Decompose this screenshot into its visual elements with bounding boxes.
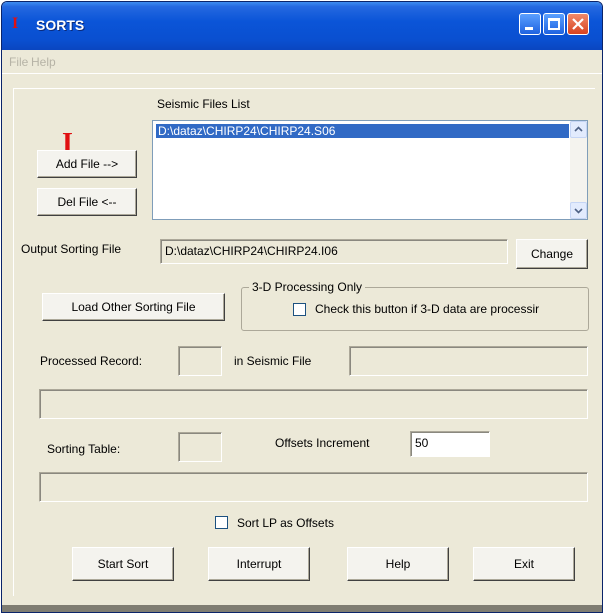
seismic-files-list[interactable]: D:\dataz\CHIRP24\CHIRP24.S06 bbox=[152, 120, 588, 220]
scroll-down-button[interactable] bbox=[570, 202, 587, 219]
maximize-icon bbox=[548, 18, 560, 30]
load-other-sorting-file-button[interactable]: Load Other Sorting File bbox=[42, 293, 225, 321]
minimize-icon bbox=[525, 27, 533, 30]
start-sort-button[interactable]: Start Sort bbox=[72, 547, 174, 581]
processed-record-field[interactable] bbox=[178, 346, 222, 376]
menu-file[interactable]: File bbox=[9, 55, 28, 69]
sort-lp-label: Sort LP as Offsets bbox=[237, 516, 334, 530]
window-title: SORTS bbox=[36, 17, 85, 33]
three-d-checkbox[interactable] bbox=[293, 303, 306, 316]
offsets-increment-label: Offsets Increment bbox=[275, 436, 370, 450]
sort-lp-checkbox[interactable] bbox=[215, 516, 228, 529]
add-file-button[interactable]: Add File --> bbox=[37, 150, 137, 178]
exit-button[interactable]: Exit bbox=[473, 547, 575, 581]
bottom-edge bbox=[2, 605, 602, 612]
menu-bar: File Help bbox=[2, 50, 602, 74]
scrollbar[interactable] bbox=[570, 121, 587, 219]
sorting-table-field[interactable] bbox=[178, 432, 222, 462]
del-file-button[interactable]: Del File <-- bbox=[37, 188, 137, 216]
maximize-button[interactable] bbox=[543, 13, 565, 35]
close-button[interactable] bbox=[567, 13, 589, 35]
change-button[interactable]: Change bbox=[516, 239, 588, 269]
scroll-up-button[interactable] bbox=[570, 121, 587, 138]
minimize-button[interactable] bbox=[519, 13, 541, 35]
interrupt-button[interactable]: Interrupt bbox=[208, 547, 310, 581]
output-sorting-file-value: D:\dataz\CHIRP24\CHIRP24.I06 bbox=[165, 244, 338, 258]
three-d-group-label: 3-D Processing Only bbox=[249, 280, 366, 294]
close-icon bbox=[572, 18, 584, 30]
in-seismic-file-label: in Seismic File bbox=[234, 354, 312, 368]
chevron-up-icon bbox=[574, 126, 583, 132]
record-progress-bar bbox=[39, 389, 588, 419]
offsets-increment-input[interactable]: 50 bbox=[410, 431, 490, 457]
output-sorting-file-label: Output Sorting File bbox=[21, 242, 122, 256]
list-item[interactable]: D:\dataz\CHIRP24\CHIRP24.S06 bbox=[156, 124, 569, 138]
sorts-window: I SORTS File Help I Seismic Files List D… bbox=[1, 1, 603, 613]
seismic-file-field[interactable] bbox=[349, 346, 588, 376]
title-bar[interactable]: I SORTS bbox=[2, 2, 602, 50]
chevron-down-icon bbox=[574, 208, 583, 214]
app-logo-icon: I bbox=[12, 15, 19, 32]
sorting-table-label: Sorting Table: bbox=[47, 442, 121, 456]
three-d-checkbox-label: Check this button if 3-D data are proces… bbox=[315, 302, 540, 316]
menu-help[interactable]: Help bbox=[31, 55, 56, 69]
sorting-progress-bar bbox=[39, 472, 588, 502]
seismic-files-label: Seismic Files List bbox=[157, 97, 250, 111]
output-sorting-file-field[interactable]: D:\dataz\CHIRP24\CHIRP24.I06 bbox=[160, 239, 508, 264]
offsets-increment-value: 50 bbox=[415, 436, 429, 450]
processed-record-label: Processed Record: bbox=[40, 354, 143, 368]
help-button[interactable]: Help bbox=[347, 547, 449, 581]
